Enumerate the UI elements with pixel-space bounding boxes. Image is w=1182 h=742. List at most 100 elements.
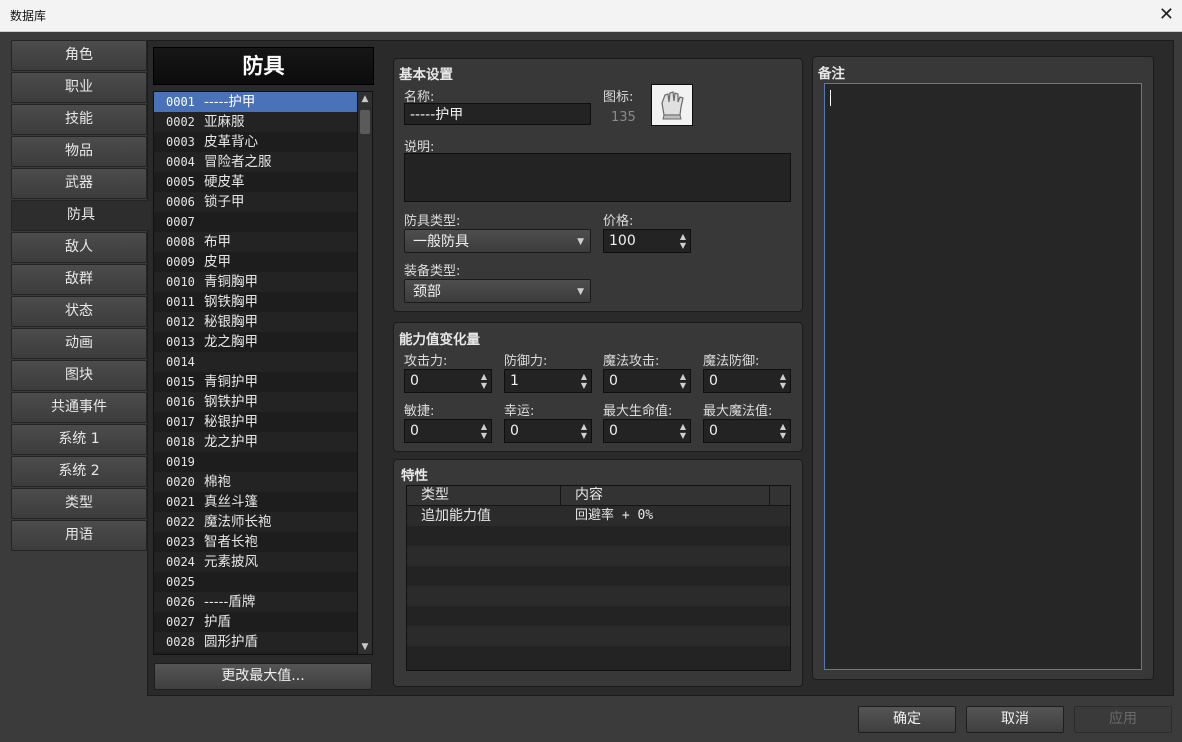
- list-item[interactable]: 0002 亚麻服: [154, 112, 358, 132]
- list-item[interactable]: 0011 钢铁胸甲: [154, 292, 358, 312]
- param-input[interactable]: 0 ▲ ▼: [404, 419, 492, 443]
- scroll-up-icon[interactable]: ▲: [358, 92, 372, 106]
- spin-down-icon[interactable]: ▼: [481, 431, 487, 440]
- spin-down-icon[interactable]: ▼: [581, 381, 587, 390]
- table-row[interactable]: [407, 646, 790, 666]
- category-tab[interactable]: 图块: [11, 360, 147, 391]
- category-tab[interactable]: 武器: [11, 168, 147, 199]
- spin-down-icon[interactable]: ▼: [481, 381, 487, 390]
- param-input[interactable]: 1 ▲ ▼: [504, 369, 592, 393]
- apply-button[interactable]: 应用: [1074, 706, 1172, 733]
- list-item[interactable]: 0016 钢铁护甲: [154, 392, 358, 412]
- category-tab[interactable]: 系统 1: [11, 424, 147, 455]
- spin-up-icon[interactable]: ▲: [481, 372, 487, 381]
- spin-up-icon[interactable]: ▲: [481, 422, 487, 431]
- category-tab[interactable]: 敌人: [11, 232, 147, 263]
- list-item[interactable]: 0012 秘银胸甲: [154, 312, 358, 332]
- scroll-down-icon[interactable]: ▼: [358, 640, 372, 654]
- list-item[interactable]: 0009 皮甲: [154, 252, 358, 272]
- spin-down-icon[interactable]: ▼: [680, 431, 686, 440]
- spin-up-icon[interactable]: ▲: [780, 422, 786, 431]
- traits-table[interactable]: 类型 内容 追加能力值 回避率 + 0%: [406, 485, 791, 671]
- change-max-button[interactable]: 更改最大值...: [154, 663, 372, 690]
- list-item[interactable]: 0004 冒险者之服: [154, 152, 358, 172]
- category-tab[interactable]: 职业: [11, 72, 147, 103]
- param-input[interactable]: 0 ▲ ▼: [404, 369, 492, 393]
- list-item[interactable]: 0018 龙之护甲: [154, 432, 358, 452]
- category-tab[interactable]: 共通事件: [11, 392, 147, 423]
- note-textarea[interactable]: [824, 83, 1142, 670]
- armor-list[interactable]: 0001 -----护甲 0002 亚麻服 0003 皮革背心 0004 冒险者之服 0005 硬…: [153, 91, 359, 655]
- table-row[interactable]: [407, 566, 790, 586]
- spin-up-icon[interactable]: ▲: [780, 372, 786, 381]
- category-tab[interactable]: 系统 2: [11, 456, 147, 487]
- category-tab[interactable]: 用语: [11, 520, 147, 551]
- list-item[interactable]: 0017 秘银护甲: [154, 412, 358, 432]
- list-item[interactable]: 0013 龙之胸甲: [154, 332, 358, 352]
- param-input[interactable]: 0 ▲ ▼: [703, 419, 791, 443]
- col-content-header[interactable]: 内容: [561, 486, 770, 505]
- armor-type-select[interactable]: 一般防具 ▼: [404, 229, 591, 253]
- spin-up-icon[interactable]: ▲: [581, 372, 587, 381]
- description-field[interactable]: [404, 153, 791, 202]
- spin-up-icon[interactable]: ▲: [680, 372, 686, 381]
- category-tab[interactable]: 物品: [11, 136, 147, 167]
- param-input[interactable]: 0 ▲ ▼: [504, 419, 592, 443]
- list-item[interactable]: 0027 护盾: [154, 612, 358, 632]
- list-item[interactable]: 0022 魔法师长袍: [154, 512, 358, 532]
- param-input[interactable]: 0 ▲ ▼: [603, 369, 691, 393]
- gauntlet-icon[interactable]: [651, 84, 693, 126]
- equip-type-select[interactable]: 颈部 ▼: [404, 279, 591, 303]
- spin-down-icon[interactable]: ▼: [581, 431, 587, 440]
- item-name: 秘银胸甲: [204, 314, 258, 330]
- table-row[interactable]: [407, 526, 790, 546]
- list-item[interactable]: 0014: [154, 352, 358, 372]
- spin-down-icon[interactable]: ▼: [780, 381, 786, 390]
- category-tab[interactable]: 防具: [11, 200, 151, 231]
- param-input[interactable]: 0 ▲ ▼: [603, 419, 691, 443]
- category-tab[interactable]: 敌群: [11, 264, 147, 295]
- list-item[interactable]: 0015 青铜护甲: [154, 372, 358, 392]
- name-field[interactable]: -----护甲: [404, 103, 591, 125]
- list-item[interactable]: 0024 元素披风: [154, 552, 358, 572]
- category-tab[interactable]: 技能: [11, 104, 147, 135]
- list-scrollbar[interactable]: ▲ ▼: [357, 91, 373, 655]
- list-item[interactable]: 0001 -----护甲: [154, 92, 358, 112]
- list-item[interactable]: 0006 锁子甲: [154, 192, 358, 212]
- scroll-thumb[interactable]: [360, 110, 370, 134]
- table-row[interactable]: [407, 606, 790, 626]
- list-item[interactable]: 0007: [154, 212, 358, 232]
- spin-down-icon[interactable]: ▼: [680, 241, 686, 250]
- cancel-button[interactable]: 取消: [966, 706, 1064, 733]
- table-row[interactable]: 追加能力值 回避率 + 0%: [407, 506, 790, 526]
- list-item[interactable]: 0023 智者长袍: [154, 532, 358, 552]
- category-tab[interactable]: 类型: [11, 488, 147, 519]
- list-item[interactable]: 0003 皮革背心: [154, 132, 358, 152]
- list-item[interactable]: 0026 -----盾牌: [154, 592, 358, 612]
- table-row[interactable]: [407, 546, 790, 566]
- param-input[interactable]: 0 ▲ ▼: [703, 369, 791, 393]
- category-tab[interactable]: 角色: [11, 40, 147, 71]
- list-item[interactable]: 0028 圆形护盾: [154, 632, 358, 652]
- spin-down-icon[interactable]: ▼: [680, 381, 686, 390]
- close-icon[interactable]: ✕: [1159, 4, 1174, 25]
- list-item[interactable]: 0021 真丝斗篷: [154, 492, 358, 512]
- table-row[interactable]: [407, 626, 790, 646]
- price-input[interactable]: 100 ▲ ▼: [603, 229, 691, 253]
- list-item[interactable]: 0020 棉袍: [154, 472, 358, 492]
- list-item[interactable]: 0008 布甲: [154, 232, 358, 252]
- list-item[interactable]: 0010 青铜胸甲: [154, 272, 358, 292]
- ok-button[interactable]: 确定: [858, 706, 956, 733]
- spin-down-icon[interactable]: ▼: [780, 431, 786, 440]
- category-tab[interactable]: 动画: [11, 328, 147, 359]
- spin-up-icon[interactable]: ▲: [680, 232, 686, 241]
- spin-up-icon[interactable]: ▲: [581, 422, 587, 431]
- list-item[interactable]: 0025: [154, 572, 358, 592]
- col-type-header[interactable]: 类型: [407, 486, 561, 505]
- list-item[interactable]: 0005 硬皮革: [154, 172, 358, 192]
- list-item[interactable]: 0019: [154, 452, 358, 472]
- category-tab[interactable]: 状态: [11, 296, 147, 327]
- item-name: 棉袍: [204, 474, 231, 490]
- spin-up-icon[interactable]: ▲: [680, 422, 686, 431]
- table-row[interactable]: [407, 586, 790, 606]
